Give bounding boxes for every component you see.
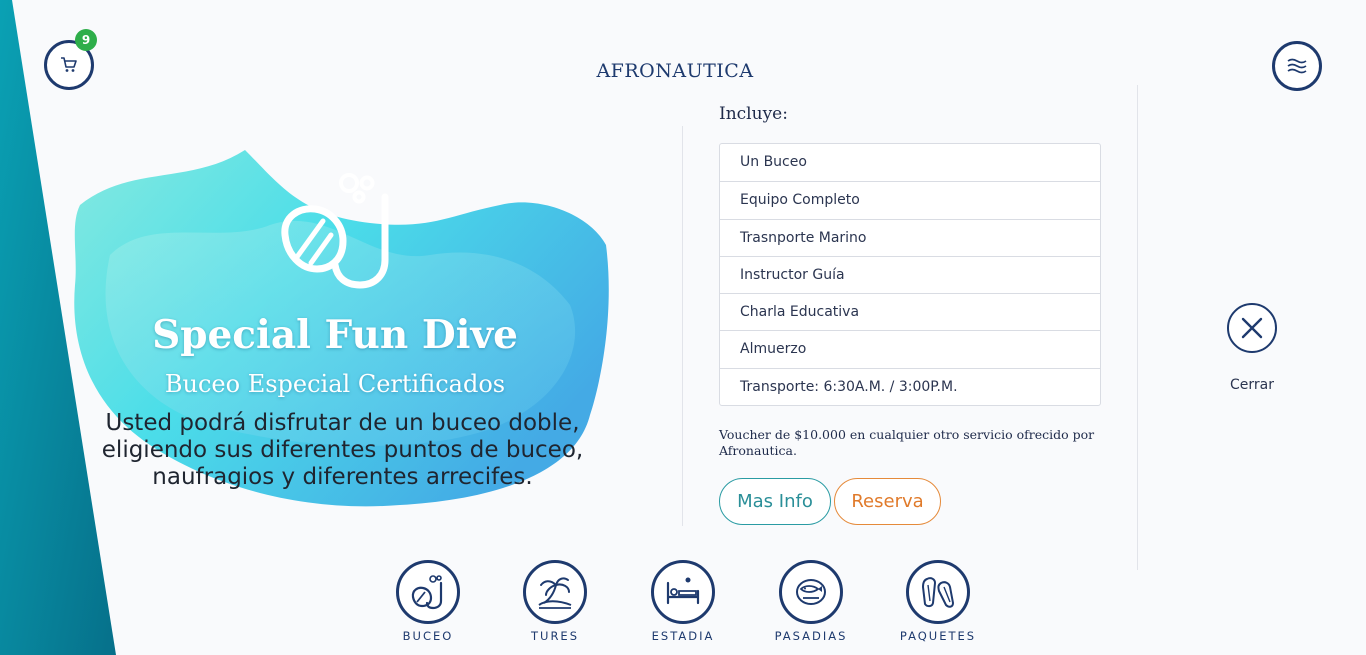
list-item: Transporte: 6:30A.M. / 3:00P.M.: [720, 367, 1100, 405]
category-label: BUCEO: [402, 629, 454, 643]
divider: [1137, 85, 1138, 570]
menu-button[interactable]: [1272, 41, 1322, 91]
list-item: Almuerzo: [720, 330, 1100, 367]
list-item: Charla Educativa: [720, 293, 1100, 330]
fish-icon: [796, 579, 826, 605]
snorkel-mask-icon: [281, 173, 389, 289]
close-icon: [1241, 317, 1263, 339]
category-pasadias[interactable]: PASADIAS: [766, 560, 856, 643]
palm-tree-icon: [538, 577, 572, 609]
product-description: Usted podrá disfrutar de un buceo doble,…: [101, 410, 584, 490]
more-info-button[interactable]: Mas Info: [719, 478, 831, 525]
category-buceo[interactable]: BUCEO: [383, 560, 473, 643]
category-estadia[interactable]: ESTADIA: [638, 560, 728, 643]
book-button[interactable]: Reserva: [834, 478, 941, 525]
list-item: Instructor Guía: [720, 255, 1100, 293]
category-paquetes[interactable]: PAQUETES: [893, 560, 983, 643]
product-title: Special Fun Dive: [152, 312, 518, 358]
list-item: Un Buceo: [740, 154, 807, 170]
category-label: PASADIAS: [774, 629, 848, 643]
bed-icon: [666, 577, 700, 605]
fins-icon: [921, 577, 955, 608]
includes-heading: Incluye:: [719, 104, 788, 124]
category-label: ESTADIA: [651, 629, 715, 643]
divider: [682, 126, 683, 526]
close-button[interactable]: [1227, 303, 1277, 353]
list-item: Trasnporte Marino: [720, 218, 1100, 256]
brand-logo[interactable]: AFRONAUTICA: [0, 60, 1350, 82]
list-item: Equipo Completo: [720, 181, 1100, 218]
includes-list: Un Buceo Equipo Completo Trasnporte Mari…: [719, 143, 1101, 407]
close-label[interactable]: Cerrar: [1212, 377, 1292, 393]
waves-menu-icon: [1287, 58, 1307, 74]
product-subtitle: Buceo Especial Certificados: [164, 370, 506, 398]
voucher-note: Voucher de $10.000 en cualquier otro ser…: [719, 427, 1095, 458]
category-tures[interactable]: TURES: [510, 560, 600, 643]
cart-count-badge: 9: [75, 29, 97, 51]
category-label: PAQUETES: [899, 629, 977, 643]
snorkel-icon: [411, 575, 443, 610]
category-label: TURES: [531, 629, 579, 643]
